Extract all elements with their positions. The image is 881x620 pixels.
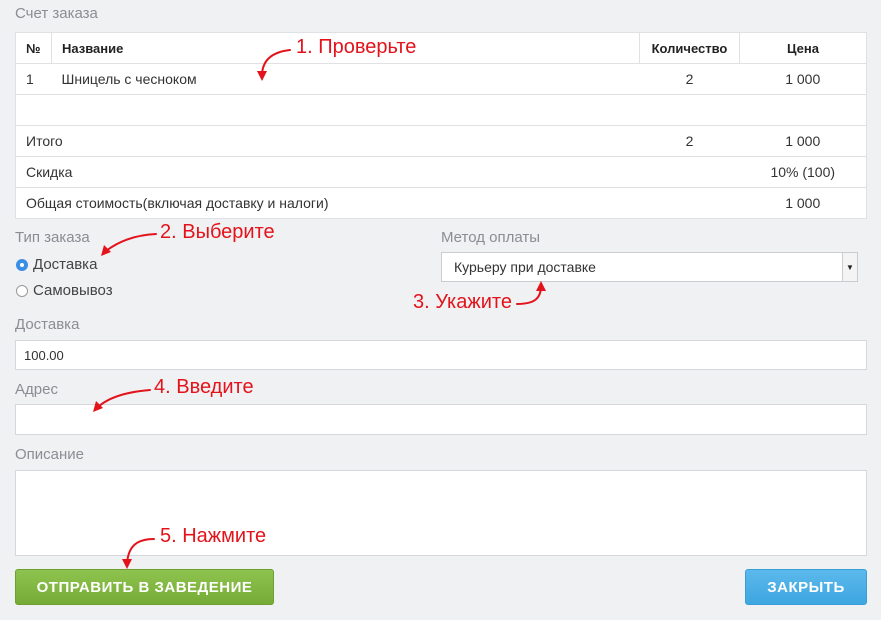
annotation-enter: 4. Введите xyxy=(154,376,254,398)
annotation-press: 5. Нажмите xyxy=(160,525,267,547)
payment-method-label: Метод оплаты xyxy=(441,229,541,246)
discount-value: 10% (100) xyxy=(739,156,867,188)
radio-pickup[interactable]: Самовывоз xyxy=(16,282,113,299)
annotation-specify: 3. Укажите xyxy=(413,291,512,313)
grand-total-value: 1 000 xyxy=(739,187,867,219)
header-number: № xyxy=(15,32,52,64)
chevron-down-icon[interactable]: ▼ xyxy=(842,253,857,281)
discount-label: Скидка xyxy=(15,156,740,188)
total-price: 1 000 xyxy=(739,125,867,157)
annotation-check: 1. Проверьте xyxy=(296,36,417,58)
description-textarea[interactable] xyxy=(15,470,867,556)
header-price: Цена xyxy=(739,32,867,64)
delivery-cost-value: 100.00 xyxy=(24,347,64,363)
order-section-title: Счет заказа xyxy=(15,5,98,22)
delivery-cost-input[interactable]: 100.00 xyxy=(15,340,867,370)
discount-row: Скидка 10% (100) xyxy=(15,156,867,188)
order-table: № Название Количество Цена 1 Шницель с ч… xyxy=(15,32,867,219)
annotation-choose: 2. Выберите xyxy=(160,221,275,243)
order-type-label: Тип заказа xyxy=(15,229,90,246)
radio-delivery[interactable]: Доставка xyxy=(16,256,97,273)
address-label: Адрес xyxy=(15,381,58,398)
description-label: Описание xyxy=(15,446,85,463)
radio-unchecked-icon[interactable] xyxy=(16,284,28,297)
payment-method-select[interactable]: Курьеру при доставке ▼ xyxy=(441,252,858,282)
grand-total-label: Общая стоимость(включая доставку и налог… xyxy=(15,187,740,219)
payment-method-value: Курьеру при доставке xyxy=(454,259,596,275)
total-quantity: 2 xyxy=(639,125,740,157)
grand-total-row: Общая стоимость(включая доставку и налог… xyxy=(15,187,867,219)
close-button[interactable]: ЗАКРЫТЬ xyxy=(745,569,867,605)
item-number: 1 xyxy=(15,63,52,95)
radio-checked-icon[interactable] xyxy=(16,258,28,271)
table-empty-row xyxy=(15,94,867,126)
address-input[interactable] xyxy=(15,404,867,435)
arrow-to-select-icon xyxy=(516,285,542,305)
delivery-label: Доставка xyxy=(15,316,80,333)
table-header-row: № Название Количество Цена xyxy=(15,32,867,64)
item-name: Шницель с чесноком xyxy=(51,63,640,95)
item-quantity: 2 xyxy=(639,63,740,95)
total-row: Итого 2 1 000 xyxy=(15,125,867,157)
arrow-to-radio-icon xyxy=(105,233,157,252)
radio-pickup-label: Самовывоз xyxy=(33,282,113,299)
header-quantity: Количество xyxy=(639,32,740,64)
total-label: Итого xyxy=(15,125,640,157)
radio-delivery-label: Доставка xyxy=(33,256,98,273)
send-to-restaurant-button[interactable]: ОТПРАВИТЬ В ЗАВЕДЕНИЕ xyxy=(15,569,274,605)
item-price: 1 000 xyxy=(739,63,867,95)
table-row: 1 Шницель с чесноком 2 1 000 xyxy=(15,63,867,95)
